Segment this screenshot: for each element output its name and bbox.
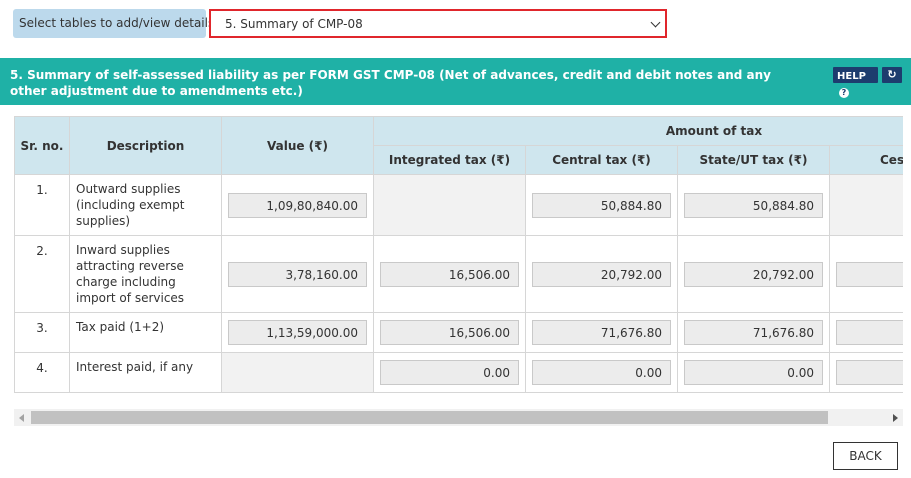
- refresh-button[interactable]: ↻: [882, 67, 902, 83]
- scrollbar-thumb[interactable]: [31, 411, 828, 424]
- disabled-cell: [221, 352, 374, 393]
- scroll-right-arrow-icon[interactable]: [893, 414, 898, 422]
- value-field[interactable]: 1,09,80,840.00: [228, 192, 367, 218]
- table-row: 2. Inward supplies attracting reverse ch…: [14, 235, 903, 313]
- state-tax-field[interactable]: 0.00: [684, 360, 823, 385]
- integrated-tax-field[interactable]: 16,506.00: [380, 261, 519, 287]
- row-sr-no: 2.: [14, 235, 70, 313]
- row-description: Inward supplies attracting reverse charg…: [69, 235, 222, 313]
- row-sr-no: 1.: [14, 174, 70, 236]
- central-tax-field[interactable]: 71,676.80: [532, 320, 671, 345]
- row-sr-no: 4.: [14, 352, 70, 393]
- summary-table-container: Sr. no. Description Value (₹) Amount of …: [14, 116, 903, 393]
- state-tax-field[interactable]: 20,792.00: [684, 261, 823, 287]
- table-row: 1. Outward supplies (including exempt su…: [14, 174, 903, 236]
- question-icon: ?: [839, 88, 849, 98]
- central-tax-field[interactable]: 0.00: [532, 360, 671, 385]
- integrated-tax-field[interactable]: 0.00: [380, 360, 519, 385]
- cess-field[interactable]: [836, 320, 903, 345]
- header-amount-of-tax: Amount of tax: [372, 116, 903, 146]
- row-description: Interest paid, if any: [69, 352, 222, 393]
- refresh-icon: ↻: [887, 68, 897, 81]
- back-button[interactable]: BACK: [833, 442, 898, 470]
- header-value: Value (₹): [221, 116, 374, 175]
- header-central-tax: Central tax (₹): [525, 145, 678, 175]
- row-sr-no: 3.: [14, 312, 70, 353]
- disabled-cell: [373, 174, 526, 236]
- table-row: 4. Interest paid, if any 0.00 0.00 0.00: [14, 352, 903, 393]
- row-description: Outward supplies (including exempt suppl…: [69, 174, 222, 236]
- select-tables-label: Select tables to add/view details: [13, 9, 214, 38]
- header-sr-no: Sr. no.: [14, 116, 70, 175]
- section-title: 5. Summary of self-assessed liability as…: [10, 68, 771, 98]
- value-field[interactable]: 1,13,59,000.00: [228, 320, 367, 345]
- table-row: 3. Tax paid (1+2) 1,13,59,000.00 16,506.…: [14, 312, 903, 353]
- selected-table-value: 5. Summary of CMP-08: [225, 17, 363, 31]
- header-integrated-tax: Integrated tax (₹): [373, 145, 526, 175]
- central-tax-field[interactable]: 50,884.80: [532, 192, 671, 218]
- central-tax-field[interactable]: 20,792.00: [532, 261, 671, 287]
- value-field[interactable]: 3,78,160.00: [228, 261, 367, 287]
- state-tax-field[interactable]: 71,676.80: [684, 320, 823, 345]
- table-selector-dropdown[interactable]: 5. Summary of CMP-08: [209, 9, 667, 38]
- header-state-tax: State/UT tax (₹): [677, 145, 830, 175]
- header-description: Description: [69, 116, 222, 175]
- integrated-tax-field[interactable]: 16,506.00: [380, 320, 519, 345]
- header-cess: Cess: [828, 145, 903, 175]
- chevron-down-icon: [650, 17, 661, 28]
- summary-table: Sr. no. Description Value (₹) Amount of …: [14, 116, 903, 393]
- cess-field[interactable]: [836, 360, 903, 385]
- row-description: Tax paid (1+2): [69, 312, 222, 353]
- scroll-left-arrow-icon[interactable]: [19, 414, 24, 422]
- help-button[interactable]: HELP ?: [833, 67, 878, 98]
- help-label: HELP: [837, 71, 866, 82]
- cess-field[interactable]: [836, 261, 903, 287]
- horizontal-scrollbar[interactable]: [14, 409, 903, 426]
- disabled-cell: [828, 174, 903, 236]
- state-tax-field[interactable]: 50,884.80: [684, 192, 823, 218]
- section-header: 5. Summary of self-assessed liability as…: [0, 58, 911, 105]
